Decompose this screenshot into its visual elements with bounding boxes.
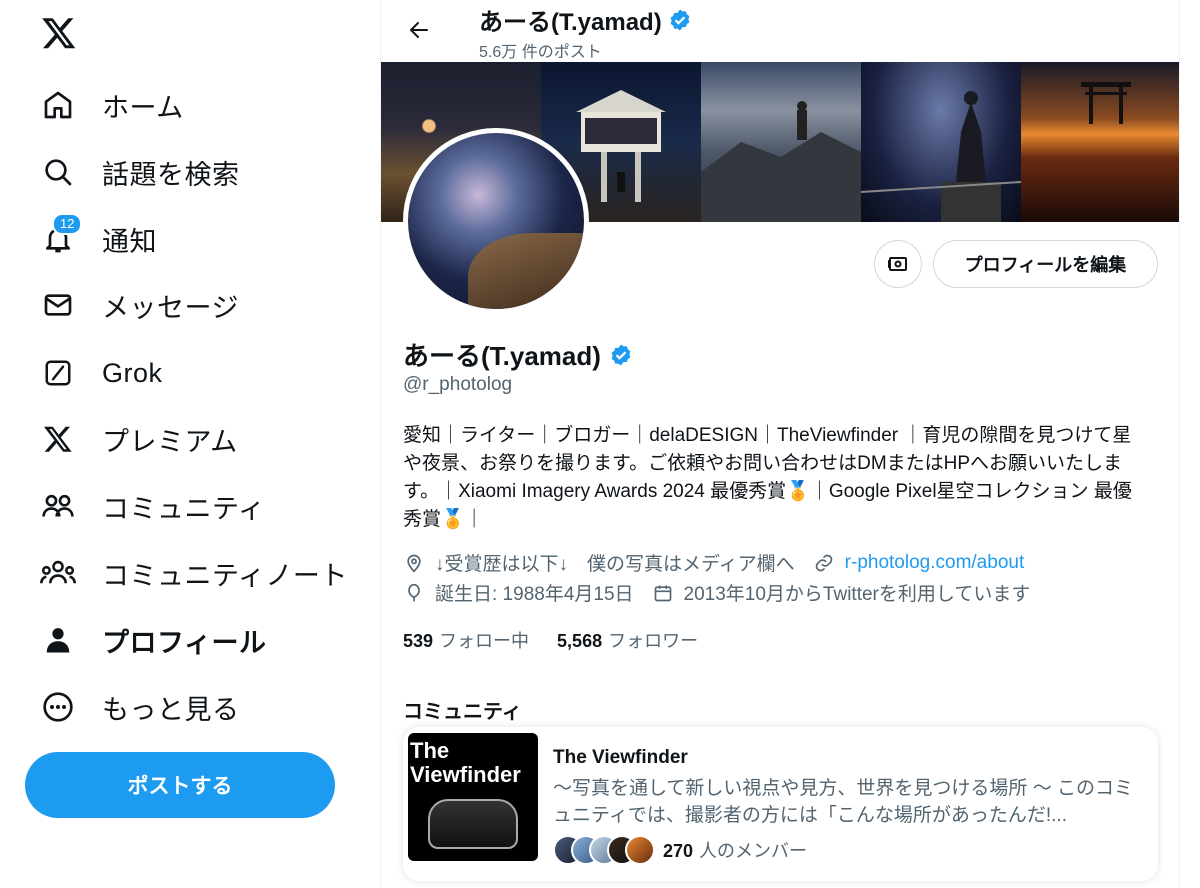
notification-badge: 12 (52, 213, 83, 235)
nav-community-notes[interactable]: コミュニティノート (30, 545, 348, 601)
profile-name-text: あーる(T.yamad) (403, 341, 601, 371)
followers-link[interactable]: 5,568 フォロワー (557, 627, 698, 653)
community-name: The Viewfinder (553, 747, 688, 768)
header-name-text: あーる(T.yamad) (479, 9, 662, 36)
verified-badge-icon[interactable] (609, 343, 633, 367)
post-button[interactable]: ポストする (25, 752, 335, 818)
community-notes-icon (30, 553, 86, 593)
profile-location: ↓受賞歴は以下↓ 僕の写真はメディア欄へ (435, 554, 795, 575)
community-thumb-line2: Viewfinder (410, 762, 521, 787)
nav-community-notes-label: コミュニティノート (102, 560, 348, 591)
profile-avatar[interactable] (403, 128, 589, 314)
profile-header-bar: あーる(T.yamad) 5.6万 件のポスト (381, 0, 1179, 62)
community-description: ～写真を通して新しい視点や見方、世界を見つける場所 ～ このコミュニティでは、撮… (553, 778, 1133, 826)
profile-birthday: 誕生日: 1988年4月15日 (435, 584, 634, 605)
profile-name: あーる(T.yamad) (403, 336, 633, 373)
mail-icon (30, 285, 86, 325)
nav-home-label: ホーム (102, 92, 184, 123)
nav-explore-label: 話題を検索 (102, 159, 240, 190)
x-logo-icon (30, 419, 86, 459)
money-icon (886, 252, 910, 276)
home-icon (30, 85, 86, 125)
profile-bio: 愛知｜ライター｜ブロガー｜delaDESIGN｜TheViewfinder ｜育… (403, 425, 1132, 530)
nav-communities-label: コミュニティ (102, 493, 266, 524)
link-icon (813, 552, 835, 574)
nav-messages-label: メッセージ (102, 292, 239, 323)
header-post-count: 5.6万 件のポスト (479, 44, 602, 61)
nav-profile-label: プロフィール (102, 627, 267, 658)
avatar-rock-shape (468, 233, 584, 309)
profile-meta-row-2: 誕生日: 1988年4月15日 2013年10月からTwitterを利用していま… (403, 579, 1030, 606)
back-arrow-icon[interactable] (399, 10, 439, 50)
nav-notifications[interactable]: 12 通知 (30, 211, 157, 267)
location-pin-icon (403, 552, 425, 574)
profile-handle: @r_photolog (403, 374, 513, 395)
community-section-title: コミュニティ (403, 701, 522, 723)
following-link[interactable]: 539 フォロー中 (403, 627, 529, 653)
follow-stats: 539 フォロー中 5,568 フォロワー (403, 627, 698, 653)
verified-badge-icon (668, 8, 692, 32)
sidebar: ホーム 話題を検索 12 通知 メッセージ Grok プレミアム コミュニティ … (0, 0, 380, 888)
following-label: フォロー中 (439, 631, 530, 651)
community-icon (30, 486, 86, 526)
nav-premium[interactable]: プレミアム (30, 411, 238, 467)
nav-messages[interactable]: メッセージ (30, 277, 239, 333)
bell-icon: 12 (30, 213, 86, 259)
header-name: あーる(T.yamad) (479, 2, 692, 37)
profile-column: あーる(T.yamad) 5.6万 件のポスト プロフィールを編集 あーる(T.… (380, 0, 1180, 888)
profile-joined: 2013年10月からTwitterを利用しています (683, 584, 1031, 605)
banner-photo-statue (861, 62, 1021, 222)
profile-meta-row-1: ↓受賞歴は以下↓ 僕の写真はメディア欄へ r-photolog.com/abou… (403, 549, 1024, 576)
search-icon (30, 152, 86, 192)
member-count: 270 (663, 841, 694, 861)
community-thumbnail: The Viewfinder (408, 733, 538, 861)
profile-website-link[interactable]: r-photolog.com/about (845, 552, 1025, 574)
nav-more[interactable]: もっと見る (30, 679, 240, 735)
banner-photo-torii-sunset (1021, 62, 1179, 222)
followers-count: 5,568 (557, 631, 603, 651)
banner-photo-mountain (701, 62, 861, 222)
camera-graphic (428, 799, 518, 849)
nav-explore[interactable]: 話題を検索 (30, 144, 240, 200)
followers-label: フォロワー (608, 631, 699, 651)
nav-grok-label: Grok (102, 357, 163, 388)
nav-premium-label: プレミアム (102, 426, 238, 457)
community-card[interactable]: The Viewfinder The Viewfinder ～写真を通して新しい… (403, 727, 1158, 881)
calendar-icon (652, 582, 674, 604)
nav-grok[interactable]: Grok (30, 345, 163, 401)
community-thumb-line1: The (410, 738, 450, 763)
member-avatar (625, 835, 655, 865)
nav-more-label: もっと見る (102, 694, 240, 725)
person-icon (30, 620, 86, 660)
grok-icon (30, 353, 86, 393)
member-count-text: 270 人のメンバー (663, 837, 807, 863)
community-members: 270 人のメンバー (553, 835, 807, 865)
following-count: 539 (403, 631, 434, 651)
x-logo-icon[interactable] (38, 12, 80, 54)
edit-profile-button[interactable]: プロフィールを編集 (933, 240, 1158, 288)
nav-notifications-label: 通知 (102, 226, 157, 257)
nav-profile[interactable]: プロフィール (30, 612, 266, 668)
more-circle-icon (30, 687, 86, 727)
nav-home[interactable]: ホーム (30, 77, 184, 133)
balloon-icon (403, 582, 425, 604)
subscription-button[interactable] (874, 240, 922, 288)
member-label: 人のメンバー (699, 841, 808, 861)
nav-communities[interactable]: コミュニティ (30, 478, 265, 534)
